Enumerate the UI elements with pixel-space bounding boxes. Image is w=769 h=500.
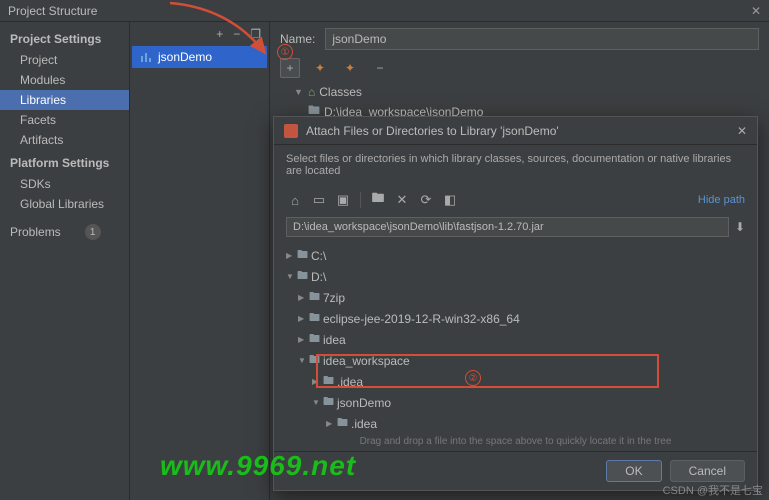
library-icon [140, 51, 152, 63]
cancel-button[interactable]: Cancel [670, 460, 745, 482]
sidebar-item-artifacts[interactable]: Artifacts [0, 130, 129, 150]
copy-icon[interactable]: ❐ [250, 27, 261, 41]
sidebar-item-global-libraries[interactable]: Global Libraries [0, 194, 129, 214]
dialog-titlebar: Attach Files or Directories to Library '… [274, 117, 757, 145]
dialog-title: Attach Files or Directories to Library '… [306, 124, 559, 138]
sidebar-item-project[interactable]: Project [0, 50, 129, 70]
settings-sidebar: Project Settings Project Modules Librari… [0, 22, 130, 500]
tree-node[interactable]: ▶🖿.idea [274, 371, 757, 392]
home-icon[interactable]: ⌂ [286, 193, 304, 208]
library-item-jsondemo[interactable]: jsonDemo [132, 46, 267, 68]
tree-node-d-drive[interactable]: ▼🖿D:\ [274, 266, 757, 287]
history-icon[interactable]: ⬇ [735, 220, 745, 234]
path-input[interactable] [286, 217, 729, 237]
sidebar-item-modules[interactable]: Modules [0, 70, 129, 90]
remove-icon[interactable]: − [233, 27, 240, 41]
tree-node[interactable]: ▶🖿7zip [274, 287, 757, 308]
window-title: Project Structure [8, 4, 97, 18]
annotation-circle-1: ① [277, 44, 293, 60]
tree-node[interactable]: ▶🖿.idea [274, 413, 757, 432]
problems-count-badge: 1 [85, 224, 101, 240]
delete-icon[interactable]: ✕ [393, 192, 411, 208]
project-icon[interactable]: ▣ [334, 192, 352, 208]
sidebar-heading-platform: Platform Settings [0, 150, 129, 174]
add-icon[interactable]: + [216, 27, 223, 41]
remove-root-button[interactable]: − [370, 58, 390, 78]
new-folder-icon[interactable]: 🖿 [369, 189, 387, 211]
dialog-close-icon[interactable]: ✕ [737, 124, 747, 138]
specify-url-button[interactable]: ✦ [340, 58, 360, 78]
tree-node[interactable]: ▶🖿idea [274, 329, 757, 350]
add-root-button[interactable]: + [280, 58, 300, 78]
sidebar-item-libraries[interactable]: Libraries [0, 90, 129, 110]
show-hidden-icon[interactable]: ◧ [441, 192, 459, 208]
attach-files-dialog: Attach Files or Directories to Library '… [273, 116, 758, 491]
sidebar-item-sdks[interactable]: SDKs [0, 174, 129, 194]
classes-node[interactable]: ▼ ⌂ Classes [280, 84, 759, 100]
expand-icon: ▼ [294, 87, 304, 97]
hide-path-link[interactable]: Hide path [698, 194, 745, 206]
classes-icon: ⌂ [308, 85, 315, 99]
library-name-input[interactable] [325, 28, 759, 50]
window-titlebar: Project Structure ✕ [0, 0, 769, 22]
dialog-subtitle: Select files or directories in which lib… [274, 145, 757, 187]
window-close-icon[interactable]: ✕ [751, 4, 761, 18]
csdn-attribution: CSDN @我不是七宝 [663, 482, 763, 498]
refresh-icon[interactable]: ⟳ [417, 192, 435, 208]
ok-button[interactable]: OK [606, 460, 661, 482]
sidebar-item-facets[interactable]: Facets [0, 110, 129, 130]
specify-docs-button[interactable]: ✦ [310, 58, 330, 78]
tree-node[interactable]: ▼🖿jsonDemo [274, 392, 757, 413]
annotation-circle-2: ② [465, 370, 481, 386]
tree-node-c-drive[interactable]: ▶🖿C:\ [274, 245, 757, 266]
sidebar-item-problems[interactable]: Problems 1 [0, 214, 129, 243]
desktop-icon[interactable]: ▭ [310, 192, 328, 208]
sidebar-heading-project: Project Settings [0, 26, 129, 50]
drop-hint: Drag and drop a file into the space abov… [274, 432, 757, 451]
tree-node[interactable]: ▶🖿eclipse-jee-2019-12-R-win32-x86_64 [274, 308, 757, 329]
dialog-app-icon [284, 124, 298, 138]
dialog-toolbar: ⌂ ▭ ▣ 🖿 ✕ ⟳ ◧ Hide path [274, 187, 757, 217]
tree-node[interactable]: ▼🖿idea_workspace [274, 350, 757, 371]
libraries-list-panel: + − ❐ jsonDemo [130, 22, 270, 500]
file-tree[interactable]: ▶🖿C:\ ▼🖿D:\ ▶🖿7zip ▶🖿eclipse-jee-2019-12… [274, 243, 757, 432]
